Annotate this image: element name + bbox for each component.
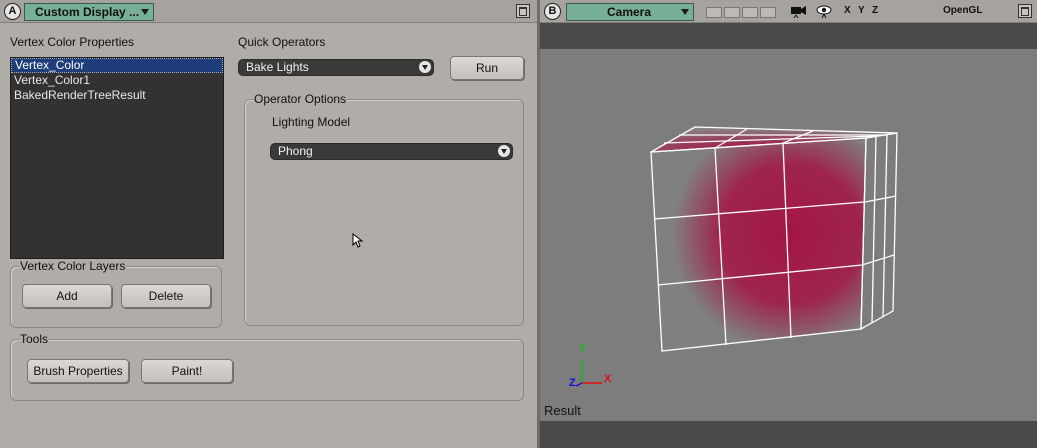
axis-label-z: Z xyxy=(569,377,576,389)
pane-a-titlebar: A Custom Display ... xyxy=(0,0,537,23)
lighting-model-label: Lighting Model xyxy=(272,115,351,129)
chevron-down-icon xyxy=(681,9,689,15)
brush-properties-button[interactable]: Brush Properties xyxy=(27,359,129,383)
axis-toggle-z[interactable]: Z xyxy=(872,5,878,16)
lighting-model-dropdown[interactable]: Phong xyxy=(270,143,513,160)
chevron-down-icon xyxy=(498,145,510,157)
view-selector-label: Custom Display ... xyxy=(35,5,140,19)
list-item[interactable]: Vertex_Color xyxy=(11,58,223,73)
chevron-down-icon xyxy=(141,9,149,15)
vertex-color-layers-group: Vertex Color Layers Add Delete xyxy=(10,259,222,328)
lighting-model-value: Phong xyxy=(278,144,313,158)
operator-options-title: Operator Options xyxy=(253,92,348,106)
add-button[interactable]: Add xyxy=(22,284,112,308)
eye-icon[interactable] xyxy=(816,4,832,18)
vertex-color-list[interactable]: Vertex_Color Vertex_Color1 BakedRenderTr… xyxy=(10,57,224,259)
maximize-icon[interactable] xyxy=(1018,4,1032,18)
chevron-down-icon xyxy=(419,61,431,73)
tools-title: Tools xyxy=(19,332,50,346)
vertex-color-layers-title: Vertex Color Layers xyxy=(19,259,127,273)
axis-toggle-x[interactable]: X xyxy=(844,5,851,16)
camera-viewport-pane: B Camera X Y Z OpenGL Y X Z Result xyxy=(540,0,1037,448)
axis-label-x: X xyxy=(604,373,612,385)
layout-toggle-1[interactable] xyxy=(706,7,722,18)
display-mode-menu[interactable]: OpenGL xyxy=(943,5,982,16)
view-selector-dropdown[interactable]: Custom Display ... xyxy=(24,3,154,21)
delete-button[interactable]: Delete xyxy=(121,284,211,308)
quick-operators-dropdown[interactable]: Bake Lights xyxy=(238,59,434,76)
pane-b-badge[interactable]: B xyxy=(544,3,561,20)
pane-b-titlebar: B Camera X Y Z OpenGL xyxy=(540,0,1037,23)
camera-selector-label: Camera xyxy=(607,5,652,19)
custom-display-pane: A Custom Display ... Vertex Color Proper… xyxy=(0,0,537,448)
3d-viewport[interactable]: Y X Z Result xyxy=(540,49,1037,421)
axis-gizmo xyxy=(575,359,602,387)
layout-toggle-2[interactable] xyxy=(724,7,740,18)
layout-toggle-3[interactable] xyxy=(742,7,758,18)
list-item[interactable]: Vertex_Color1 xyxy=(11,73,223,88)
run-button[interactable]: Run xyxy=(450,56,524,80)
axis-toggle-y[interactable]: Y xyxy=(858,5,865,16)
layout-toggle-4[interactable] xyxy=(760,7,776,18)
maximize-icon[interactable] xyxy=(516,4,530,18)
vertex-color-blend xyxy=(651,138,866,351)
mouse-cursor-icon xyxy=(352,233,364,248)
cube-render xyxy=(575,126,898,387)
camera-icon[interactable] xyxy=(790,4,808,18)
tools-group: Tools Brush Properties Paint! xyxy=(10,332,524,401)
quick-operators-value: Bake Lights xyxy=(246,60,309,74)
viewport-caption: Result xyxy=(544,403,581,418)
vertex-color-properties-label: Vertex Color Properties xyxy=(10,35,135,49)
pane-a-badge[interactable]: A xyxy=(4,3,21,20)
camera-selector-dropdown[interactable]: Camera xyxy=(566,3,694,21)
list-item[interactable]: BakedRenderTreeResult xyxy=(11,88,223,103)
paint-button[interactable]: Paint! xyxy=(141,359,233,383)
axis-label-y: Y xyxy=(579,343,587,355)
quick-operators-label: Quick Operators xyxy=(238,35,326,49)
operator-options-group: Operator Options Lighting Model Phong xyxy=(244,92,524,326)
